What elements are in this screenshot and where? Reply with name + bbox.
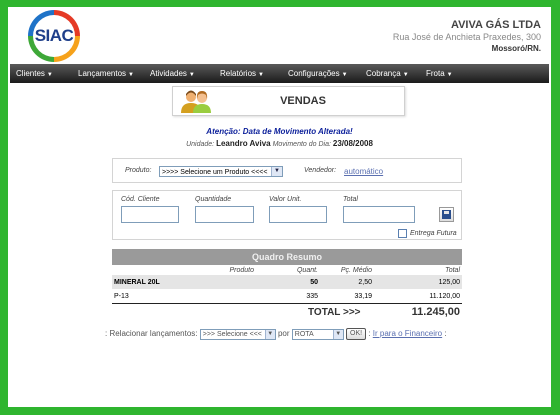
entry-panel: Cód. Cliente Quantidade Valor Unit. Tota… [112,190,462,240]
col-quant: Quant. [296,266,318,274]
relacionar-selected: >>> Selecione <<< [202,330,262,338]
cod-cliente-label: Cód. Cliente [121,196,160,203]
menu-configuracoes[interactable]: Configurações ▼ [282,64,360,83]
valor-unit-label: Valor Unit. [269,196,302,203]
rota-select[interactable]: ROTA ▼ [291,328,344,340]
grand-total-label: TOTAL >>> [308,307,361,318]
cell-medio: 33,19 [320,289,374,304]
menu-cobranca[interactable]: Cobrança ▼ [360,64,420,83]
page-title: VENDAS [280,95,326,107]
menu-label: Configurações [288,69,340,78]
rota-selected: ROTA [294,330,314,338]
cell-produto: P-13 [112,289,256,304]
valor-unit-input[interactable] [269,206,327,223]
ok-button[interactable]: OK! [346,328,367,340]
cell-medio: 2,50 [320,275,374,289]
chevron-down-icon: ▼ [46,72,53,78]
company-name: AVIVA GÁS LTDA [450,19,541,31]
financeiro-link[interactable]: Ir para o Financeiro [373,329,442,338]
cell-quant: 335 [256,289,320,304]
date-label: Movimento do Dia: [272,141,331,148]
chevron-down-icon: ▼ [402,72,409,78]
unit-info: Unidade: Leandro Aviva Movimento do Dia:… [8,139,551,148]
cell-quant: 50 [256,275,320,289]
chevron-down-icon: ▼ [271,167,282,176]
floppy-icon [442,210,451,219]
produto-select[interactable]: >>>> Selecione um Produto <<<< ▼ [159,166,283,177]
table-row: P-13 335 33,19 11.120,00 [112,289,462,304]
cell-produto: MINERAL 20L [112,275,256,289]
grand-total: TOTAL >>> 11.245,00 [112,304,462,320]
menu-lancamentos[interactable]: Lançamentos ▼ [72,64,144,83]
cod-cliente-input[interactable] [121,206,179,223]
col-medio: Pç. Médio [340,266,372,274]
company-address: Rua José de Anchieta Praxedes, 300 [392,32,541,42]
unit-label: Unidade: [186,141,215,148]
relacionar-select[interactable]: >>> Selecione <<< ▼ [199,328,276,340]
header: SIAC AVIVA GÁS LTDA Rua José de Anchieta… [8,7,551,65]
total-input[interactable] [343,206,415,223]
page-title-box: VENDAS [172,86,405,116]
chevron-down-icon: ▼ [446,72,453,78]
summary-table: Produto Quant. Pç. Médio Total MINERAL 2… [112,265,462,304]
total-label: Total [343,196,358,203]
siac-logo: SIAC [28,10,80,62]
chevron-down-icon: ▼ [332,329,343,339]
menu-label: Cobrança [366,69,401,78]
quantidade-label: Quantidade [195,196,232,203]
col-total: Total [445,266,460,274]
link-prefix: : [368,329,371,339]
vendedor-label: Vendedor: [304,167,337,174]
quantidade-input[interactable] [195,206,254,223]
summary-panel: Quadro Resumo Produto Quant. Pç. Médio T… [112,249,462,320]
chevron-down-icon: ▼ [264,329,275,339]
cell-total: 11.120,00 [374,289,462,304]
chevron-down-icon: ▼ [341,72,348,78]
bottom-bar: : Relacionar lançamentos: >>> Selecione … [105,328,447,340]
menu-label: Frota [426,69,445,78]
produto-selected: >>>> Selecione um Produto <<<< [162,169,268,176]
logo-text: SIAC [33,15,75,57]
menu-label: Atividades [150,69,187,78]
date-value: 23/08/2008 [332,139,373,148]
grand-total-value: 11.245,00 [411,306,460,318]
por-label: por [277,329,290,339]
entrega-futura-checkbox[interactable] [398,229,407,238]
menu-clientes[interactable]: Clientes ▼ [10,64,72,83]
cell-total: 125,00 [374,275,462,289]
menu-label: Relatórios [220,69,257,78]
menu-atividades[interactable]: Atividades ▼ [144,64,214,83]
main-menu: Clientes ▼ Lançamentos ▼ Atividades ▼ Relat… [10,64,549,83]
summary-header-row: Produto Quant. Pç. Médio Total [112,265,462,275]
link-suffix: : [444,329,447,339]
chevron-down-icon: ▼ [188,72,195,78]
entrega-futura-label: Entrega Futura [410,230,457,237]
app-frame: SIAC AVIVA GÁS LTDA Rua José de Anchieta… [8,7,551,407]
menu-label: Clientes [16,69,45,78]
date-alert: Atenção: Data de Movimento Alterada! [206,127,353,136]
unit-value: Leandro Aviva [216,139,271,148]
vendedor-link[interactable]: automático [344,167,383,176]
people-icon [181,90,211,113]
product-panel: Produto: >>>> Selecione um Produto <<<< … [112,158,462,183]
menu-frota[interactable]: Frota ▼ [420,64,470,83]
summary-title: Quadro Resumo [112,249,462,265]
relacionar-label: : Relacionar lançamentos: [105,329,198,339]
col-produto: Produto [229,266,254,274]
menu-label: Lançamentos [78,69,127,78]
company-info: AVIVA GÁS LTDA Rua José de Anchieta Prax… [393,19,541,55]
chevron-down-icon: ▼ [258,72,264,78]
produto-label: Produto: [125,167,152,174]
table-row: MINERAL 20L 50 2,50 125,00 [112,275,462,289]
chevron-down-icon: ▼ [128,72,134,78]
save-button[interactable] [439,207,454,222]
company-city: Mossoró/RN. [491,44,541,53]
menu-relatorios[interactable]: Relatórios ▼ [214,64,282,83]
